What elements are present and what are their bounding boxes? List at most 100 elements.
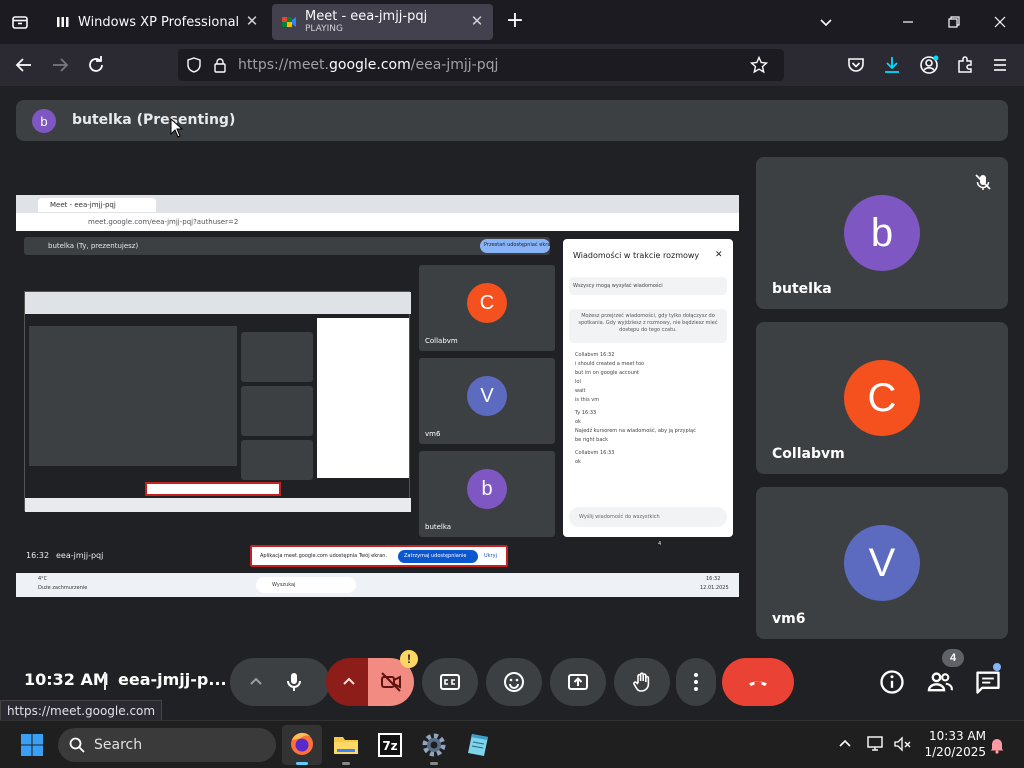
- browser-tab-bar: Windows XP Professional SP3 x ✕ Meet - e…: [0, 0, 1024, 44]
- back-arrow-icon[interactable]: [12, 53, 36, 77]
- svg-text:7z: 7z: [382, 739, 397, 753]
- camera-options-button[interactable]: [326, 658, 372, 706]
- shared-presenter-bar: butelka (Ty, prezentujesz) Przestań udos…: [24, 237, 554, 255]
- shared-url-row: meet.google.com/eea-jmjj-pqj?authuser=2: [16, 213, 739, 231]
- taskbar-app-explorer[interactable]: [326, 725, 366, 765]
- time-code-divider: [104, 672, 106, 690]
- audio-options-button[interactable]: [230, 658, 330, 706]
- url-bar[interactable]: https://meet.google.com/eea-jmjj-pqj: [178, 49, 784, 81]
- status-url-popup: https://meet.google.com: [0, 700, 163, 722]
- downloads-icon[interactable]: [880, 53, 904, 77]
- emoji-icon: [504, 672, 524, 692]
- shared-screen: Meet - eea-jmjj-pqj meet.google.com/eea-…: [16, 195, 739, 603]
- firefox-icon: [291, 732, 313, 755]
- windows-taskbar: Search 7z 10:33 AM 1/20/2025: [0, 720, 1024, 768]
- tab-close-icon[interactable]: ✕: [244, 13, 260, 29]
- participant-tile-vm6[interactable]: V vm6: [756, 487, 1008, 639]
- muted-mic-icon: [972, 171, 994, 193]
- account-icon[interactable]: [917, 53, 941, 77]
- participant-name: Collabvm: [772, 446, 845, 462]
- shared-chat-panel: Wiadomości w trakcie rozmowy ✕ Wszyscy m…: [563, 239, 733, 537]
- chevron-up-icon: [250, 677, 262, 685]
- shared-chat-title: Wiadomości w trakcie rozmowy: [573, 251, 700, 260]
- meet-favicon-icon: [281, 14, 297, 30]
- taskbar-app-notepad[interactable]: [458, 725, 498, 765]
- microphone-icon: [287, 673, 301, 691]
- chat-button[interactable]: [974, 668, 1002, 696]
- tab-playing-label: PLAYING: [305, 24, 343, 34]
- shared-meet-area: butelka (Ty, prezentujesz) Przestań udos…: [16, 231, 739, 603]
- shared-people-count: 4: [658, 541, 662, 547]
- shared-taskbar: 4°C Duże zachmurzenie Wyszukaj 16:32 12.…: [16, 573, 739, 597]
- shared-chat-messages: Collabvm 16:32 i should created a meet t…: [575, 352, 696, 465]
- taskbar-search-label: Search: [94, 737, 143, 753]
- reactions-button[interactable]: [486, 658, 542, 706]
- tray-overflow-chevron-icon[interactable]: [836, 735, 854, 753]
- windows-start-icon[interactable]: [20, 733, 44, 757]
- tab-close-icon[interactable]: ✕: [469, 13, 485, 29]
- meet-page: b butelka (Presenting) Meet - eea-jmjj-p…: [0, 86, 1024, 726]
- presenter-bar: b butelka (Presenting): [16, 100, 1008, 141]
- chat-unread-dot: [993, 663, 1001, 671]
- network-icon[interactable]: [866, 734, 886, 754]
- hand-icon: [633, 672, 650, 692]
- tab-meet[interactable]: Meet - eea-jmjj-pqj PLAYING ✕: [272, 4, 493, 40]
- camera-off-icon: [381, 672, 401, 692]
- shared-code: eea-jmjj-pqj: [56, 551, 104, 560]
- notification-bell-icon[interactable]: [988, 736, 1006, 754]
- camera-warning-badge: !: [400, 650, 418, 668]
- search-icon: [69, 737, 85, 753]
- tab-windows-xp[interactable]: Windows XP Professional SP3 x ✕: [46, 4, 268, 40]
- present-screen-button[interactable]: [550, 658, 606, 706]
- shared-sharing-banner: Aplikacja meet.google.com udostępnia Twó…: [250, 545, 508, 567]
- notepad-icon: [468, 734, 488, 756]
- url-text[interactable]: https://meet.google.com/eea-jmjj-pqj: [238, 57, 498, 73]
- 7zip-icon: 7z: [378, 733, 402, 757]
- shared-chat-toggle: Wszyscy mogą wysyłać wiadomości: [573, 283, 663, 289]
- lock-icon[interactable]: [212, 57, 228, 73]
- vm-tab-icon: [56, 15, 70, 29]
- presenter-avatar: b: [32, 109, 56, 133]
- shared-browser-chrome: Meet - eea-jmjj-pqj meet.google.com/eea-…: [16, 195, 739, 231]
- restore-button[interactable]: [944, 12, 964, 32]
- taskbar-app-firefox[interactable]: [282, 725, 322, 765]
- close-window-button[interactable]: [990, 12, 1010, 32]
- shared-tile: C Collabvm: [419, 265, 555, 351]
- taskbar-time: 10:33 AM: [929, 729, 986, 743]
- shared-chat-notice: Możesz przejrzeć wiadomości, gdy tylko d…: [578, 313, 718, 333]
- taskbar-search-box[interactable]: Search: [58, 728, 276, 762]
- extensions-icon[interactable]: [953, 53, 977, 77]
- shared-chat-input: Wyślij wiadomość do wszystkich: [579, 514, 660, 520]
- tab-list-icon[interactable]: [10, 12, 30, 32]
- new-tab-button[interactable]: +: [504, 10, 526, 32]
- meeting-details-info-icon[interactable]: [878, 668, 906, 696]
- participant-avatar: V: [844, 525, 920, 601]
- taskbar-app-settings[interactable]: [414, 725, 454, 765]
- minimize-button[interactable]: [898, 12, 918, 32]
- more-options-button[interactable]: [676, 658, 716, 706]
- participant-tile-butelka[interactable]: b butelka: [756, 157, 1008, 309]
- menu-hamburger-icon[interactable]: [988, 53, 1012, 77]
- taskbar-date: 1/20/2025: [924, 745, 986, 759]
- participant-avatar: C: [844, 360, 920, 436]
- tracking-shield-icon[interactable]: [186, 57, 202, 73]
- people-count-badge: 4: [942, 649, 964, 667]
- taskbar-clock[interactable]: 10:33 AM 1/20/2025: [918, 728, 986, 760]
- participant-tile-collabvm[interactable]: C Collabvm: [756, 322, 1008, 474]
- shared-tab-title: Meet - eea-jmjj-pqj: [50, 201, 116, 209]
- bookmark-star-icon[interactable]: [749, 55, 769, 74]
- nested-shared-screen: [24, 291, 411, 512]
- volume-muted-icon[interactable]: [892, 734, 912, 754]
- forward-arrow-icon[interactable]: [48, 53, 72, 77]
- raise-hand-button[interactable]: [614, 658, 670, 706]
- taskbar-app-7zip[interactable]: 7z: [370, 725, 410, 765]
- people-button[interactable]: [926, 668, 954, 696]
- captions-button[interactable]: [422, 658, 478, 706]
- reload-icon[interactable]: [84, 53, 108, 77]
- settings-icon: [422, 733, 446, 757]
- tab-overflow-chevron-icon[interactable]: [816, 12, 836, 32]
- leave-call-button[interactable]: [722, 658, 794, 706]
- participant-name: butelka: [772, 281, 832, 297]
- pocket-icon[interactable]: [844, 53, 868, 77]
- shared-url: meet.google.com/eea-jmjj-pqj?authuser=2: [88, 218, 239, 226]
